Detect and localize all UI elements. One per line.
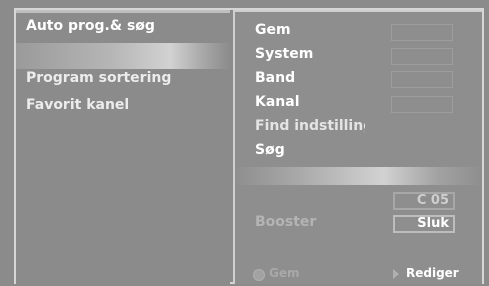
- selection-highlight-bar: [16, 43, 230, 69]
- red-button-icon: [253, 269, 265, 281]
- booster-label: Booster: [255, 214, 317, 230]
- search-progress-bar: [235, 167, 482, 185]
- channel-value-box[interactable]: C 05: [393, 192, 455, 210]
- submenu-item-find-indstilling[interactable]: Find indstilling: [255, 118, 365, 134]
- menu-item-favorit-kanel[interactable]: Favorit kanel: [26, 97, 226, 113]
- submenu-item-band[interactable]: Band: [255, 70, 295, 86]
- arrow-right-icon: [393, 269, 399, 279]
- footer-gem-label[interactable]: Gem: [269, 266, 300, 280]
- system-value-box[interactable]: [391, 48, 453, 65]
- band-value-box[interactable]: [391, 71, 453, 88]
- gem-value-box[interactable]: [391, 24, 453, 41]
- menu-item-auto-prog[interactable]: Auto prog.& søg: [26, 18, 226, 34]
- left-menu: Auto prog.& søg Program sortering Favori…: [16, 10, 230, 284]
- menu-item-program-sortering[interactable]: Program sortering: [26, 70, 179, 86]
- submenu-item-system[interactable]: System: [255, 46, 313, 62]
- tv-menu-screen: Auto prog.& søg Program sortering Favori…: [0, 0, 489, 286]
- submenu-item-kanal[interactable]: Kanal: [255, 94, 300, 110]
- booster-value-box[interactable]: Sluk: [393, 215, 455, 233]
- kanal-value-box[interactable]: [391, 96, 453, 113]
- footer-rediger-label[interactable]: Rediger: [406, 266, 459, 280]
- right-submenu-panel: Gem System Band Kanal Find indstilling S…: [233, 10, 482, 284]
- submenu-item-sog[interactable]: Søg: [255, 142, 285, 158]
- submenu-item-gem[interactable]: Gem: [255, 22, 291, 38]
- left-menu-top-line: [16, 10, 230, 13]
